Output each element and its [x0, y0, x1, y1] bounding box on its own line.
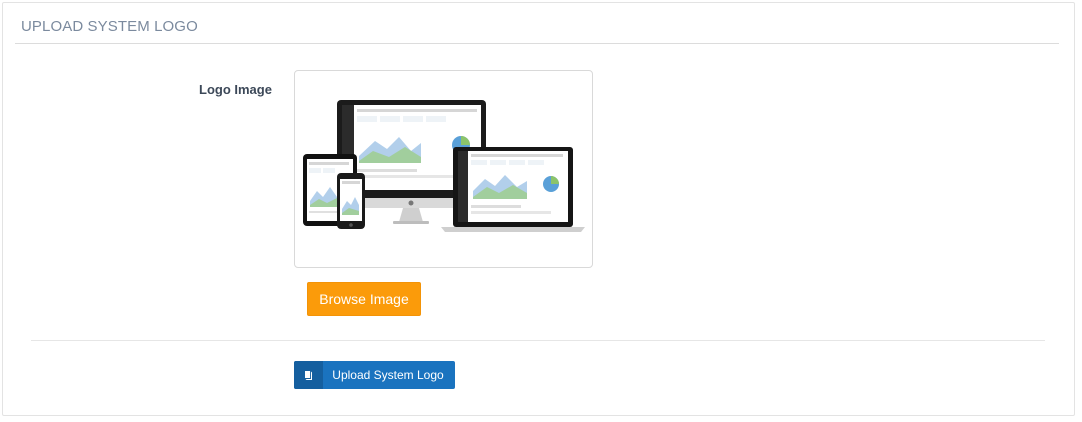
logo-preview [294, 70, 593, 268]
upload-logo-panel: UPLOAD SYSTEM LOGO Logo Image Browse Ima… [2, 2, 1075, 416]
upload-button-label: Upload System Logo [332, 368, 444, 382]
title-divider [15, 43, 1059, 44]
panel-title: UPLOAD SYSTEM LOGO [21, 18, 198, 35]
browse-image-button[interactable]: Browse Image [307, 282, 421, 316]
logo-image-label: Logo Image [199, 82, 272, 97]
responsive-devices-image [303, 100, 585, 232]
upload-system-logo-button[interactable]: Upload System Logo [294, 361, 455, 389]
book-icon [294, 361, 323, 389]
form-divider [31, 340, 1045, 341]
